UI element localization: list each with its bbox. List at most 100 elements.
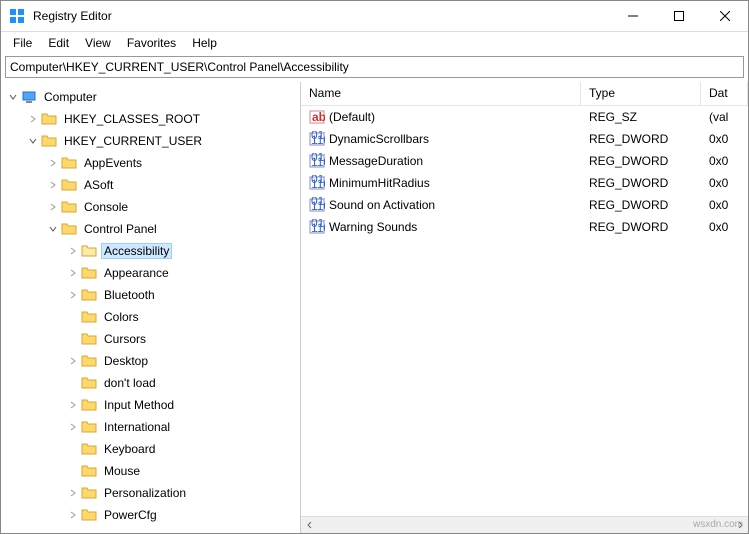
folder-icon [81,419,97,435]
tree-node-appevents[interactable]: AppEvents [1,152,300,174]
folder-icon [81,375,97,391]
tree-node-desktop[interactable]: Desktop [1,350,300,372]
tree-label: Desktop [101,353,151,369]
chevron-down-icon[interactable] [25,133,41,149]
tree-label: Accessibility [101,243,172,259]
tree-node-powercfg[interactable]: PowerCfg [1,504,300,526]
value-row[interactable]: 011110Warning SoundsREG_DWORD0x0 [301,216,748,238]
list-body[interactable]: ab(Default)REG_SZ(val011110DynamicScroll… [301,106,748,516]
tree-node-dontload[interactable]: don't load [1,372,300,394]
tree-label: AppEvents [81,155,145,171]
chevron-right-icon[interactable] [45,155,61,171]
value-name: DynamicScrollbars [329,132,429,146]
chevron-right-icon[interactable] [45,199,61,215]
tree-node-console[interactable]: Console [1,196,300,218]
minimize-button[interactable] [610,1,656,31]
computer-icon [21,89,37,105]
scroll-left-icon[interactable] [301,517,318,534]
svg-text:110: 110 [311,177,325,191]
tree-label: Control Panel [81,221,160,237]
values-pane: Name Type Dat ab(Default)REG_SZ(val01111… [301,82,748,533]
chevron-right-icon[interactable] [65,353,81,369]
value-data: 0x0 [701,176,748,190]
folder-icon [81,397,97,413]
chevron-down-icon[interactable] [5,89,21,105]
list-header: Name Type Dat [301,82,748,106]
value-name: (Default) [329,110,375,124]
folder-icon [81,507,97,523]
svg-text:110: 110 [311,221,325,235]
folder-icon [81,485,97,501]
col-header-name[interactable]: Name [301,82,581,105]
chevron-right-icon[interactable] [45,177,61,193]
chevron-right-icon[interactable] [65,287,81,303]
folder-icon [81,463,97,479]
tree-node-controlpanel[interactable]: Control Panel [1,218,300,240]
tree-pane[interactable]: Computer HKEY_CLASSES_ROOT HKEY_CURRENT_… [1,82,301,533]
tree-node-hkcr[interactable]: HKEY_CLASSES_ROOT [1,108,300,130]
tree-node-personalization[interactable]: Personalization [1,482,300,504]
tree-label: Keyboard [101,441,158,457]
folder-icon [61,199,77,215]
expander-empty [65,463,81,479]
folder-icon [61,221,77,237]
value-data: 0x0 [701,154,748,168]
tree-node-inputmethod[interactable]: Input Method [1,394,300,416]
value-type: REG_SZ [581,110,701,124]
tree-node-mouse[interactable]: Mouse [1,460,300,482]
menu-edit[interactable]: Edit [40,34,77,52]
chevron-right-icon[interactable] [65,265,81,281]
tree-node-accessibility[interactable]: Accessibility [1,240,300,262]
tree-node-appearance[interactable]: Appearance [1,262,300,284]
chevron-right-icon[interactable] [65,243,81,259]
menu-help[interactable]: Help [184,34,225,52]
tree-node-hkcu[interactable]: HKEY_CURRENT_USER [1,130,300,152]
tree-node-bluetooth[interactable]: Bluetooth [1,284,300,306]
folder-icon [81,441,97,457]
app-icon [9,8,25,24]
chevron-right-icon[interactable] [25,111,41,127]
chevron-right-icon[interactable] [65,397,81,413]
tree-node-cursors[interactable]: Cursors [1,328,300,350]
scroll-track[interactable] [318,517,731,534]
maximize-button[interactable] [656,1,702,31]
chevron-right-icon[interactable] [65,419,81,435]
value-row[interactable]: 011110MessageDurationREG_DWORD0x0 [301,150,748,172]
tree-label: Colors [101,309,142,325]
folder-open-icon [81,243,97,259]
col-header-data[interactable]: Dat [701,82,748,105]
horizontal-scrollbar[interactable] [301,516,748,533]
value-row[interactable]: 011110DynamicScrollbarsREG_DWORD0x0 [301,128,748,150]
tree-node-asoft[interactable]: ASoft [1,174,300,196]
tree-node-international[interactable]: International [1,416,300,438]
value-row[interactable]: 011110MinimumHitRadiusREG_DWORD0x0 [301,172,748,194]
col-header-type[interactable]: Type [581,82,701,105]
svg-text:110: 110 [311,155,325,169]
chevron-right-icon[interactable] [65,485,81,501]
address-bar[interactable]: Computer\HKEY_CURRENT_USER\Control Panel… [5,56,744,78]
chevron-right-icon[interactable] [65,507,81,523]
tree-node-computer[interactable]: Computer [1,86,300,108]
tree-node-keyboard[interactable]: Keyboard [1,438,300,460]
binary-value-icon: 011110 [309,153,325,169]
window-title: Registry Editor [33,9,610,23]
value-name: MinimumHitRadius [329,176,430,190]
value-row[interactable]: ab(Default)REG_SZ(val [301,106,748,128]
value-row[interactable]: 011110Sound on ActivationREG_DWORD0x0 [301,194,748,216]
value-type: REG_DWORD [581,198,701,212]
folder-icon [61,177,77,193]
folder-icon [81,331,97,347]
main-area: Computer HKEY_CLASSES_ROOT HKEY_CURRENT_… [1,82,748,533]
chevron-down-icon[interactable] [45,221,61,237]
menu-favorites[interactable]: Favorites [119,34,184,52]
menu-view[interactable]: View [77,34,119,52]
tree-label: Personalization [101,485,189,501]
tree-node-colors[interactable]: Colors [1,306,300,328]
tree-label: Appearance [101,265,172,281]
close-button[interactable] [702,1,748,31]
menu-file[interactable]: File [5,34,40,52]
title-bar: Registry Editor [1,1,748,32]
tree-label: PowerCfg [101,507,160,523]
binary-value-icon: 011110 [309,219,325,235]
expander-empty [65,441,81,457]
